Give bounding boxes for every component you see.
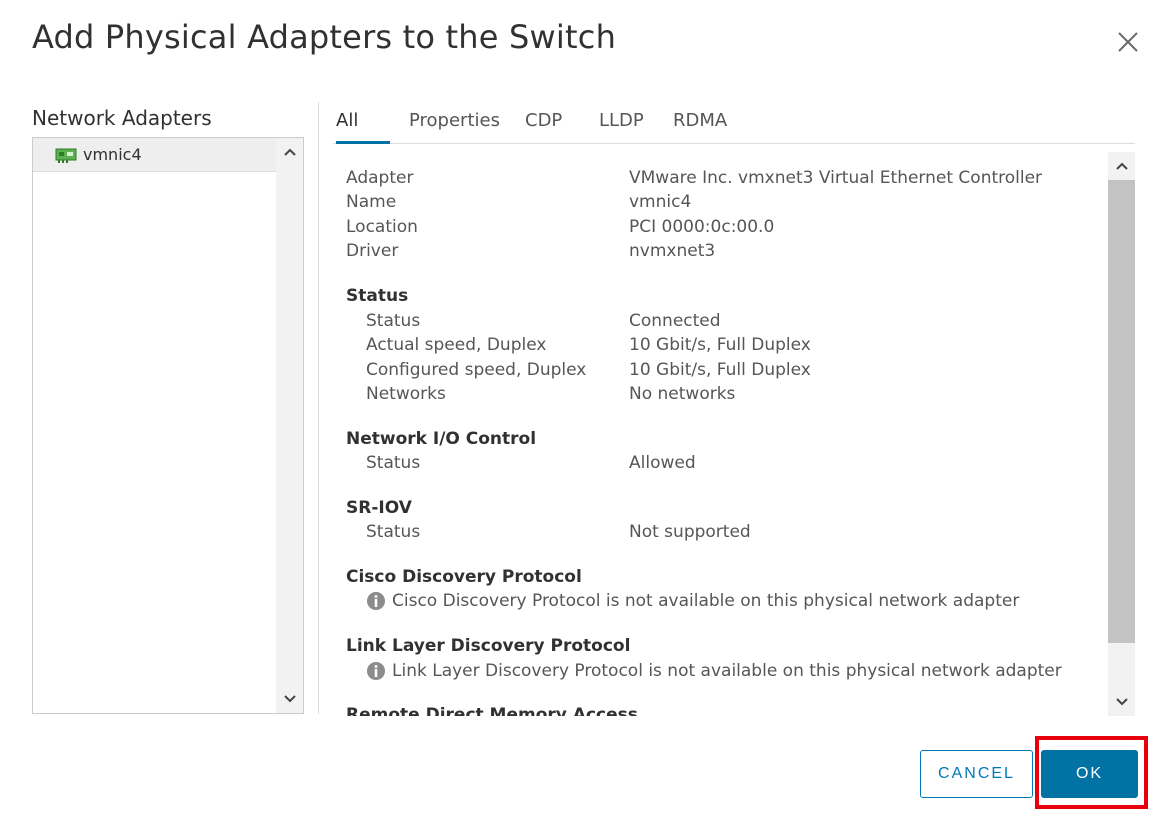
detail-value: 10 Gbit/s, Full Duplex	[629, 360, 811, 380]
detail-key: Location	[346, 217, 418, 237]
chevron-up-icon	[283, 148, 296, 156]
chevron-down-icon	[1115, 698, 1128, 706]
tab-rdma[interactable]: RDMA	[673, 108, 727, 144]
detail-key: Adapter	[346, 168, 414, 188]
scrollbar-thumb[interactable]	[1108, 180, 1135, 643]
detail-key: Status	[366, 453, 421, 473]
info-icon	[367, 662, 385, 680]
detail-key: Networks	[366, 384, 446, 404]
detail-value: VMware Inc. vmxnet3 Virtual Ethernet Con…	[629, 168, 1043, 188]
section-heading-sriov: SR-IOV	[346, 498, 412, 518]
ok-button[interactable]: OK	[1041, 750, 1138, 798]
tab-all[interactable]: All	[336, 108, 390, 144]
scroll-up-button[interactable]	[1108, 154, 1135, 178]
scroll-down-button[interactable]	[276, 687, 303, 711]
scroll-down-button[interactable]	[1108, 690, 1135, 714]
tab-lldp[interactable]: LLDP	[599, 108, 644, 144]
cdp-info-text: Cisco Discovery Protocol is not availabl…	[392, 591, 1020, 611]
section-heading-nioc: Network I/O Control	[346, 429, 537, 449]
detail-value: PCI 0000:0c:00.0	[629, 217, 775, 237]
chevron-up-icon	[1115, 162, 1128, 170]
detail-value: No networks	[629, 384, 736, 404]
detail-value: vmnic4	[629, 192, 692, 212]
cdp-info-message: Cisco Discovery Protocol is not availabl…	[366, 591, 1019, 611]
network-adapters-list: vmnic4	[32, 137, 304, 714]
section-heading-rdma: Remote Direct Memory Access	[346, 705, 638, 716]
adapter-details-panel: Adapter VMware Inc. vmxnet3 Virtual Ethe…	[333, 150, 1108, 716]
cancel-button[interactable]: CANCEL	[920, 750, 1033, 798]
scroll-up-button[interactable]	[276, 140, 303, 164]
detail-value: Allowed	[629, 453, 696, 473]
detail-value: nvmxnet3	[629, 241, 716, 261]
tab-cdp[interactable]: CDP	[525, 108, 562, 144]
tab-properties[interactable]: Properties	[409, 108, 500, 144]
adapter-item-vmnic4[interactable]: vmnic4	[33, 138, 276, 172]
detail-value: 10 Gbit/s, Full Duplex	[629, 335, 811, 355]
chevron-down-icon	[283, 695, 296, 703]
close-button[interactable]	[1114, 28, 1142, 56]
detail-value: Not supported	[629, 522, 751, 542]
tab-bar: All Properties CDP LLDP RDMA	[333, 102, 1135, 144]
network-card-icon	[55, 148, 77, 163]
detail-key: Actual speed, Duplex	[366, 335, 547, 355]
adapter-item-label: vmnic4	[83, 145, 142, 164]
detail-key: Driver	[346, 241, 399, 261]
detail-key: Status	[366, 522, 421, 542]
detail-key: Status	[366, 311, 421, 331]
panel-divider	[318, 102, 319, 714]
lldp-info-text: Link Layer Discovery Protocol is not ava…	[392, 661, 1062, 681]
details-scrollbar[interactable]	[1108, 152, 1135, 716]
detail-key: Configured speed, Duplex	[366, 360, 587, 380]
dialog-title: Add Physical Adapters to the Switch	[32, 18, 617, 56]
detail-key: Name	[346, 192, 397, 212]
network-adapters-label: Network Adapters	[32, 106, 212, 130]
section-heading-lldp: Link Layer Discovery Protocol	[346, 636, 631, 656]
left-scrollbar[interactable]	[276, 138, 303, 713]
detail-value: Connected	[629, 311, 721, 331]
section-heading-status: Status	[346, 286, 409, 306]
close-icon	[1118, 32, 1138, 52]
section-heading-cdp: Cisco Discovery Protocol	[346, 567, 582, 587]
info-icon	[367, 592, 385, 610]
lldp-info-message: Link Layer Discovery Protocol is not ava…	[366, 661, 1062, 681]
